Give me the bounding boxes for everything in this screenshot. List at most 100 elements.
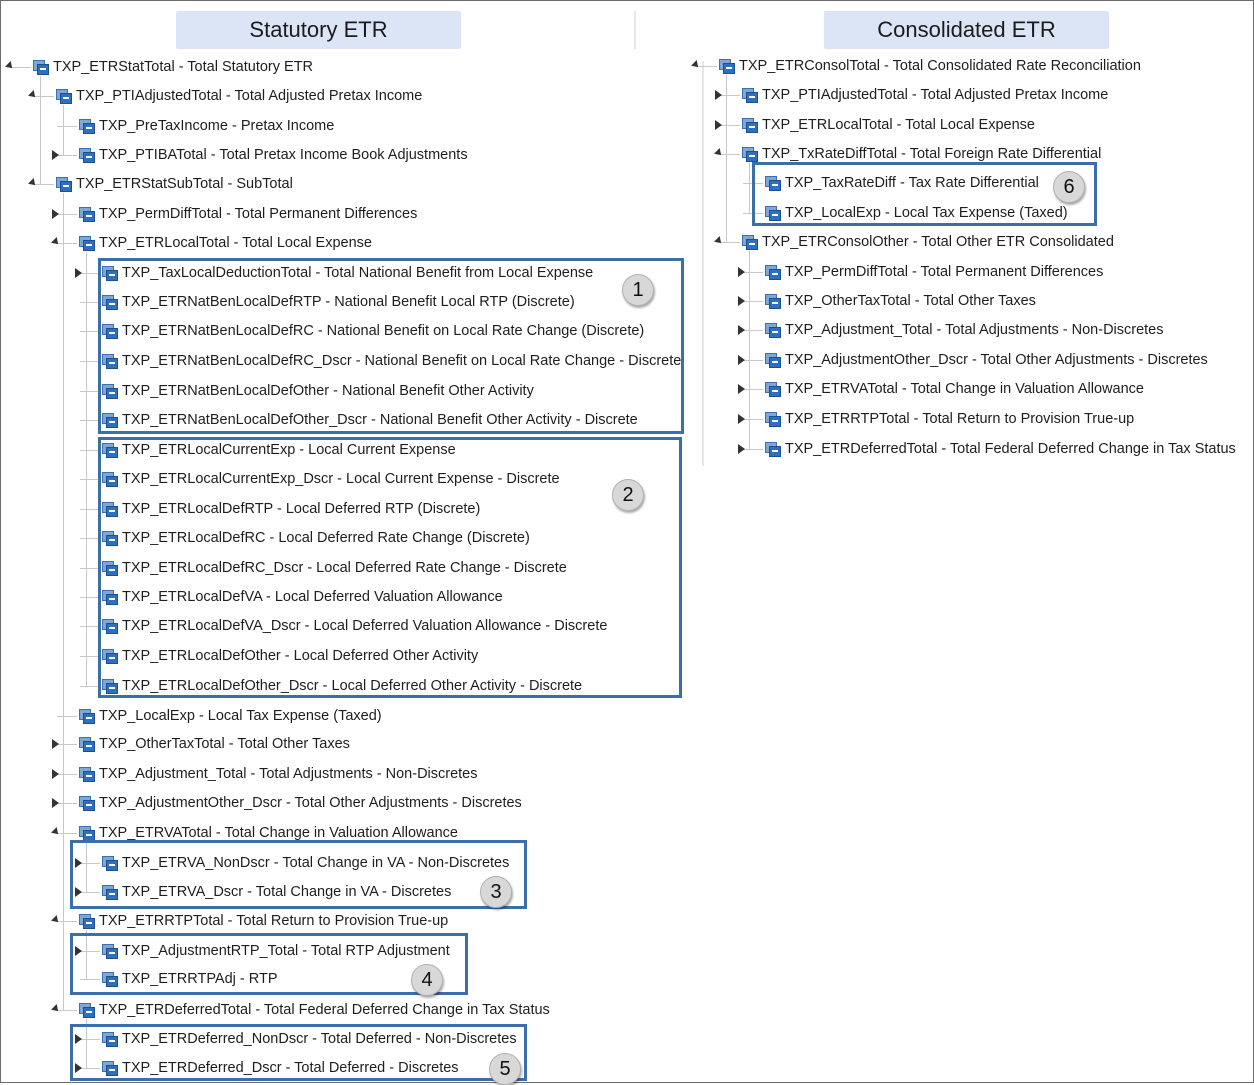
tree-node[interactable]: TXP_ETRLocalTotal - Total Local Expense [51, 232, 372, 254]
tree-guide-line [80, 450, 100, 451]
hierarchy-member-icon [719, 59, 735, 74]
highlight-box-1 [98, 258, 684, 434]
tree-node-label: TXP_ETRConsolTotal - Total Consolidated … [739, 58, 1141, 74]
tree-node[interactable]: TXP_ETRConsolOther - Total Other ETR Con… [714, 231, 1114, 253]
callout-badge-5: 5 [489, 1053, 521, 1085]
tree-guide-line [57, 126, 77, 127]
collapse-arrow-icon[interactable] [52, 209, 59, 219]
tree-node[interactable]: TXP_ETRDeferredTotal - Total Federal Def… [51, 999, 550, 1021]
tree-node[interactable]: TXP_PTIBATotal - Total Pretax Income Boo… [52, 144, 468, 166]
tree-node-label: TXP_ETRStatTotal - Total Statutory ETR [53, 59, 314, 75]
tree-guide-line [720, 242, 740, 243]
hierarchy-member-icon [765, 294, 781, 309]
tree-node-label: TXP_TxRateDiffTotal - Total Foreign Rate… [762, 146, 1102, 162]
highlight-box-5 [70, 1024, 527, 1081]
header-divider [634, 11, 636, 49]
hierarchy-member-icon [56, 177, 72, 192]
tree-guide-line [720, 154, 740, 155]
collapse-arrow-icon[interactable] [738, 296, 745, 306]
collapse-arrow-icon[interactable] [52, 150, 59, 160]
tree-node[interactable]: TXP_PTIAdjustedTotal - Total Adjusted Pr… [28, 85, 422, 107]
tree-node[interactable]: TXP_PermDiffTotal - Total Permanent Diff… [738, 261, 1103, 283]
tree-node[interactable]: TXP_ETRVATotal - Total Change in Valuati… [738, 378, 1144, 400]
expand-arrow-icon[interactable] [51, 1004, 61, 1014]
tree-node[interactable]: TXP_PreTaxIncome - Pretax Income [57, 115, 335, 137]
hierarchy-member-icon [742, 147, 758, 162]
collapse-arrow-icon[interactable] [738, 444, 745, 454]
tree-node[interactable]: TXP_ETRStatSubTotal - SubTotal [28, 173, 293, 195]
tree-guide-line [80, 391, 100, 392]
tree-node-label: TXP_Adjustment_Total - Total Adjustments… [99, 766, 478, 782]
tree-guide-line [11, 67, 31, 68]
callout-badge-1: 1 [622, 274, 654, 306]
tree-guide-line [720, 125, 740, 126]
expand-arrow-icon[interactable] [28, 90, 38, 100]
collapse-arrow-icon[interactable] [52, 798, 59, 808]
tree-node[interactable]: TXP_ETRRTPTotal - Total Return to Provis… [738, 408, 1134, 430]
expand-arrow-icon[interactable] [5, 61, 15, 71]
collapse-arrow-icon[interactable] [738, 355, 745, 365]
hierarchy-member-icon [765, 323, 781, 338]
tree-guide-line [57, 1010, 77, 1011]
tree-node[interactable]: TXP_ETRStatTotal - Total Statutory ETR [5, 56, 314, 78]
collapse-arrow-icon[interactable] [75, 268, 82, 278]
collapse-arrow-icon[interactable] [738, 267, 745, 277]
tree-node[interactable]: TXP_LocalExp - Local Tax Expense (Taxed) [57, 705, 382, 727]
tree-guide-line [57, 744, 77, 745]
tree-guide-line [86, 252, 87, 686]
tree-guide-line [80, 509, 100, 510]
highlight-box-6 [752, 162, 1097, 226]
tree-node[interactable]: TXP_ETRConsolTotal - Total Consolidated … [691, 55, 1141, 77]
tree-node-label: TXP_PTIAdjustedTotal - Total Adjusted Pr… [762, 87, 1109, 103]
expand-arrow-icon[interactable] [714, 148, 724, 158]
tree-node[interactable]: TXP_ETRDeferredTotal - Total Federal Def… [738, 438, 1236, 460]
expand-arrow-icon[interactable] [51, 827, 61, 837]
tree-guide-line [743, 419, 763, 420]
tree-node-label: TXP_PreTaxIncome - Pretax Income [99, 118, 335, 134]
tree-guide-line [40, 76, 41, 184]
hierarchy-member-icon [765, 412, 781, 427]
tree-node[interactable]: TXP_AdjustmentOther_Dscr - Total Other A… [52, 792, 522, 814]
tree-guide-line [57, 214, 77, 215]
tree-guide-line [743, 389, 763, 390]
collapse-arrow-icon[interactable] [738, 414, 745, 424]
tree-guide-line [57, 833, 77, 834]
collapse-arrow-icon[interactable] [52, 769, 59, 779]
expand-arrow-icon[interactable] [691, 60, 701, 70]
tree-node-label: TXP_PermDiffTotal - Total Permanent Diff… [99, 206, 418, 222]
hierarchy-member-icon [765, 442, 781, 457]
collapse-arrow-icon[interactable] [715, 90, 722, 100]
tree-node[interactable]: TXP_OtherTaxTotal - Total Other Taxes [52, 733, 350, 755]
callout-badge-2: 2 [612, 479, 644, 511]
collapse-arrow-icon[interactable] [738, 325, 745, 335]
collapse-arrow-icon[interactable] [715, 120, 722, 130]
tree-guide-line [34, 96, 54, 97]
hierarchy-member-icon [79, 826, 95, 841]
tree-guide-line [726, 75, 727, 242]
expand-arrow-icon[interactable] [714, 236, 724, 246]
tree-guide-line [80, 479, 100, 480]
expand-arrow-icon[interactable] [51, 915, 61, 925]
hierarchy-member-icon [79, 119, 95, 134]
hierarchy-member-icon [765, 265, 781, 280]
expand-arrow-icon[interactable] [51, 237, 61, 247]
tree-guide-line [80, 568, 100, 569]
tree-node[interactable]: TXP_Adjustment_Total - Total Adjustments… [738, 319, 1164, 341]
tree-node[interactable]: TXP_ETRRTPTotal - Total Return to Provis… [51, 910, 448, 932]
statutory-etr-header: Statutory ETR [176, 11, 461, 49]
tree-guide-line [743, 301, 763, 302]
collapse-arrow-icon[interactable] [52, 739, 59, 749]
hierarchy-member-icon [33, 60, 49, 75]
tree-node[interactable]: TXP_AdjustmentOther_Dscr - Total Other A… [738, 349, 1208, 371]
expand-arrow-icon[interactable] [28, 178, 38, 188]
tree-node[interactable]: TXP_OtherTaxTotal - Total Other Taxes [738, 290, 1036, 312]
highlight-box-4 [70, 933, 468, 995]
tree-node[interactable]: TXP_PTIAdjustedTotal - Total Adjusted Pr… [715, 84, 1109, 106]
tree-node[interactable]: TXP_Adjustment_Total - Total Adjustments… [52, 763, 478, 785]
tree-node[interactable]: TXP_ETRLocalTotal - Total Local Expense [715, 114, 1035, 136]
hierarchy-member-icon [79, 236, 95, 251]
tree-node[interactable]: TXP_PermDiffTotal - Total Permanent Diff… [52, 203, 418, 225]
collapse-arrow-icon[interactable] [738, 384, 745, 394]
tree-guide-line [80, 361, 100, 362]
hierarchy-member-icon [79, 796, 95, 811]
